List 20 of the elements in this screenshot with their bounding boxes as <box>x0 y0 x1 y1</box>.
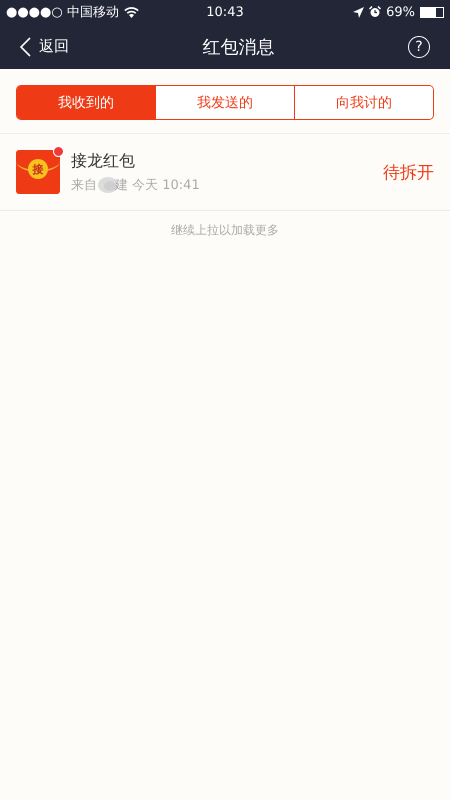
sender-name: 建 今天 10:41 <box>115 176 200 194</box>
battery-icon <box>420 6 444 18</box>
from-label: 来自 <box>71 176 97 194</box>
packet-title: 接龙红包 <box>71 150 136 172</box>
chevron-left-icon <box>20 36 31 56</box>
wifi-icon <box>124 6 139 18</box>
packet-row[interactable]: 接 接龙红包 来自 建 今天 10:41 待拆开 <box>0 134 450 211</box>
tab[interactable]: 我发送的 <box>155 86 294 119</box>
back-button[interactable]: 返回 <box>20 36 69 56</box>
load-more-hint: 继续上拉以加载更多 <box>170 222 280 239</box>
location-arrow-icon <box>353 6 364 18</box>
tab[interactable]: 向我讨的 <box>294 86 433 119</box>
tab[interactable]: 我收到的 <box>17 86 155 119</box>
help-button[interactable]: ? <box>408 36 430 58</box>
battery-percent-text: 69% <box>386 4 415 20</box>
page-title: 红包消息 <box>202 36 274 58</box>
alarm-clock-icon <box>369 6 382 18</box>
clock-text: 10:43 <box>206 4 244 20</box>
carrier-text: ●●●●○ 中国移动 <box>6 4 119 21</box>
status-label: 待拆开 <box>383 162 434 184</box>
